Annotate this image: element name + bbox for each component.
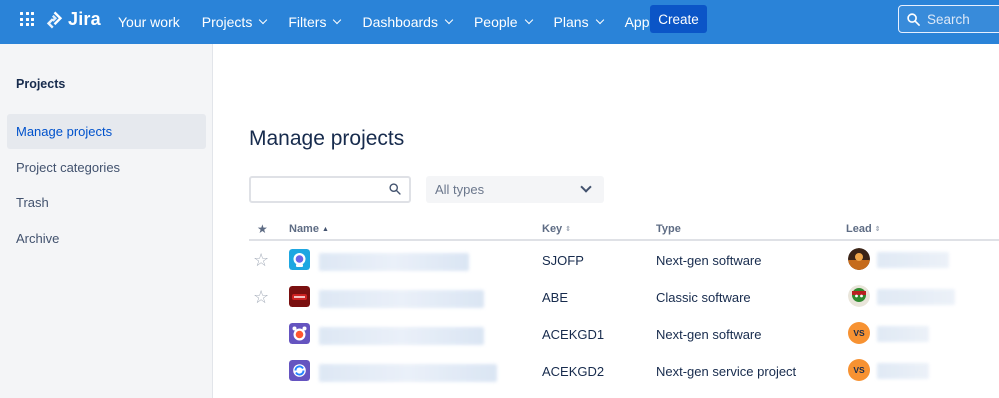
nav-label: Plans (553, 14, 589, 30)
project-name-redacted[interactable] (319, 364, 497, 382)
page-title: Manage projects (249, 127, 405, 150)
column-type: Type (656, 223, 681, 235)
nav-label: People (473, 14, 518, 30)
project-name-redacted[interactable] (319, 290, 484, 308)
sidebar-item-manage-projects[interactable]: Manage projects (7, 114, 206, 149)
column-label: Key (542, 223, 563, 235)
column-label: Name (289, 223, 319, 235)
alarm-clock-icon[interactable] (289, 323, 310, 344)
column-label: Lead (846, 223, 872, 235)
app-switcher-icon[interactable] (20, 12, 34, 26)
type-select-value: All types (435, 182, 485, 197)
nav-label: Dashboards (362, 14, 438, 30)
lead-avatar[interactable]: VS (848, 322, 870, 344)
lead-avatar[interactable]: VS (848, 359, 870, 381)
project-type: Classic software (656, 290, 751, 305)
sidebar-item-label: Project categories (16, 160, 121, 175)
type-filter-select[interactable]: All types (426, 176, 604, 203)
lead-name-redacted[interactable] (877, 363, 929, 379)
project-name-redacted[interactable] (319, 327, 484, 345)
nav-people[interactable]: People (464, 6, 542, 38)
jira-logo[interactable]: Jira (46, 9, 101, 30)
project-type: Next-gen software (656, 327, 762, 342)
chevron-down-icon (580, 181, 592, 193)
jira-logo-icon (46, 11, 63, 28)
dark-red-icon[interactable] (289, 286, 310, 307)
nav-items: Your work Projects Filters Dashboards Pe… (108, 0, 683, 44)
project-name-redacted[interactable] (319, 253, 469, 271)
sidebar: Projects Manage projects Project categor… (0, 44, 213, 398)
project-key: ACEKGD2 (542, 364, 605, 379)
star-column-icon[interactable]: ★ (257, 222, 268, 236)
column-lead[interactable]: Lead ⇕ (846, 223, 881, 235)
nav-your-work[interactable]: Your work (108, 6, 190, 38)
product-name: Jira (68, 9, 101, 29)
table-header: ★ Name ▲ Key ⇕ Type Lead ⇕ (249, 219, 999, 241)
sidebar-item-archive[interactable]: Archive (7, 221, 206, 256)
refresh-icon[interactable] (289, 360, 310, 381)
chevron-down-icon (333, 15, 342, 25)
top-navigation: Jira Your work Projects Filters Dashboar… (0, 0, 999, 44)
sidebar-item-label: Manage projects (16, 124, 113, 139)
table-row: ACEKGD1 Next-gen software VS (249, 317, 999, 354)
nav-label: Your work (118, 14, 180, 30)
chevron-down-icon (524, 15, 533, 25)
sidebar-item-label: Trash (16, 195, 49, 210)
lead-avatar[interactable] (848, 248, 870, 270)
nav-label: Projects (201, 14, 253, 30)
sort-icon: ⇕ (874, 226, 881, 233)
lead-name-redacted[interactable] (877, 289, 955, 305)
sort-icon: ⇕ (565, 226, 572, 233)
sidebar-item-label: Archive (16, 231, 60, 246)
table-row: ☆ ABE Classic software (249, 280, 999, 317)
project-key: ACEKGD1 (542, 327, 605, 342)
project-key: SJOFP (542, 253, 584, 268)
sidebar-heading: Projects (16, 77, 66, 91)
nav-projects[interactable]: Projects (192, 6, 277, 38)
lead-name-redacted[interactable] (877, 326, 929, 342)
chevron-down-icon (444, 15, 454, 25)
column-name[interactable]: Name ▲ (289, 223, 329, 235)
robot-icon[interactable] (289, 249, 310, 270)
project-type: Next-gen service project (656, 364, 797, 379)
lead-avatar[interactable] (848, 285, 870, 307)
sidebar-item-project-categories[interactable]: Project categories (7, 150, 206, 185)
table-row: ☆ SJOFP Next-gen software (249, 243, 999, 280)
star-icon[interactable]: ☆ (253, 287, 269, 308)
nav-filters[interactable]: Filters (278, 6, 350, 38)
project-filter-input[interactable] (257, 178, 387, 201)
sort-ascending-icon: ▲ (321, 225, 329, 233)
table-row: ACEKGD2 Next-gen service project VS (249, 354, 999, 391)
project-type: Next-gen software (656, 253, 762, 268)
column-key[interactable]: Key ⇕ (542, 223, 571, 235)
search-icon (907, 12, 920, 26)
lead-name-redacted[interactable] (877, 252, 949, 268)
column-label: Type (656, 223, 681, 235)
sidebar-item-trash[interactable]: Trash (7, 185, 206, 220)
star-icon[interactable]: ☆ (253, 250, 269, 271)
search-placeholder: Search (927, 11, 970, 27)
nav-dashboards[interactable]: Dashboards (352, 6, 462, 38)
global-search-input[interactable]: Search (898, 5, 999, 33)
create-button[interactable]: Create (650, 5, 707, 33)
search-icon (389, 183, 401, 195)
chevron-down-icon (259, 15, 268, 25)
project-filter-field[interactable] (249, 176, 411, 203)
project-key: ABE (542, 290, 569, 305)
nav-plans[interactable]: Plans (544, 6, 613, 38)
chevron-down-icon (595, 15, 604, 25)
nav-label: Filters (288, 14, 327, 30)
